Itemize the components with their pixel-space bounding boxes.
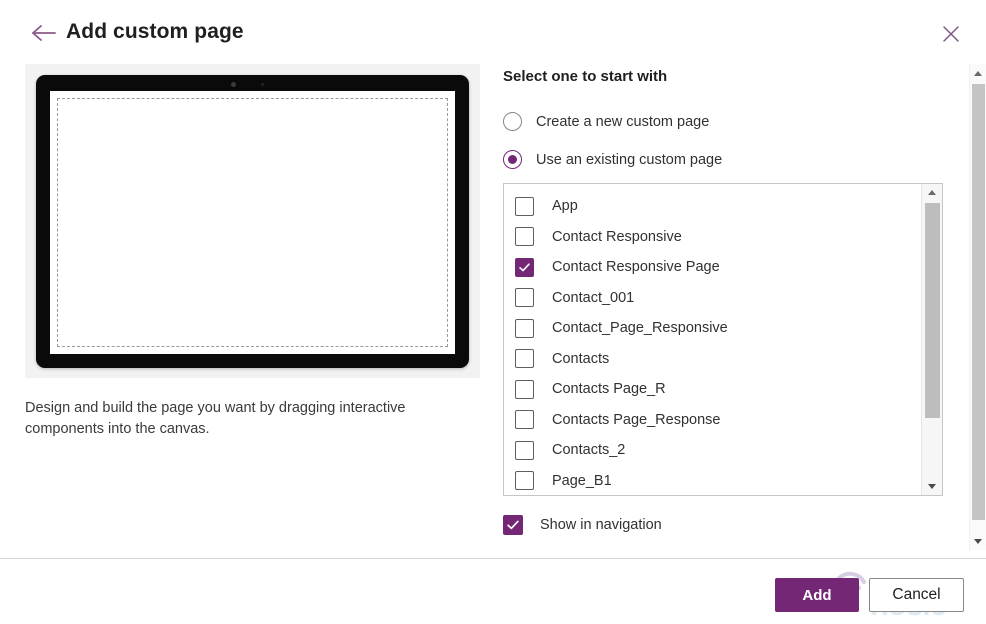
list-item-label: Contact_001 — [552, 290, 634, 306]
list-item[interactable]: Contact Responsive — [504, 222, 922, 253]
options-panel: Select one to start with Create a new cu… — [503, 64, 943, 550]
scroll-up-arrow-icon[interactable] — [970, 64, 986, 82]
list-item[interactable]: Contact Responsive Page — [504, 252, 922, 283]
checkmark-icon — [506, 518, 520, 532]
device-screen — [50, 91, 455, 354]
back-arrow-glyph — [30, 22, 58, 44]
list-item-label: Contact_Page_Responsive — [552, 320, 728, 336]
panel-scrollbar-thumb[interactable] — [972, 84, 985, 520]
triangle-up-glyph — [928, 190, 936, 195]
show-in-navigation-label: Show in navigation — [540, 517, 662, 533]
checkbox[interactable] — [515, 227, 534, 246]
dialog-header: Add custom page — [0, 0, 986, 62]
list-item[interactable]: Contact_Page_Responsive — [504, 313, 922, 344]
checkbox[interactable] — [515, 441, 534, 460]
radio-use-existing-custom-page[interactable]: Use an existing custom page — [503, 150, 722, 169]
list-item-label: Contact Responsive — [552, 229, 682, 245]
list-item[interactable]: Contacts_2 — [504, 435, 922, 466]
checkmark-icon — [518, 261, 531, 274]
scroll-down-arrow-icon[interactable] — [970, 532, 986, 550]
device-canvas-outline — [57, 98, 448, 347]
radio-label: Use an existing custom page — [536, 152, 722, 168]
show-in-navigation-row[interactable]: Show in navigation — [503, 515, 662, 535]
checkbox[interactable] — [515, 380, 534, 399]
checkbox[interactable] — [515, 471, 534, 490]
options-heading: Select one to start with — [503, 68, 667, 85]
preview-description: Design and build the page you want by dr… — [25, 398, 455, 440]
triangle-down-glyph — [974, 539, 982, 544]
list-item[interactable]: App — [504, 191, 922, 222]
back-arrow-icon[interactable] — [30, 22, 58, 44]
checkbox[interactable] — [515, 197, 534, 216]
list-item-label: Contact Responsive Page — [552, 259, 720, 275]
list-item-label: App — [552, 198, 578, 214]
add-button[interactable]: Add — [775, 578, 859, 612]
custom-page-listbox: App Contact Responsive Contact Responsiv… — [503, 183, 943, 496]
cancel-button[interactable]: Cancel — [869, 578, 964, 612]
panel-scrollbar[interactable] — [969, 64, 986, 550]
list-item-label: Contacts — [552, 351, 609, 367]
scroll-up-arrow-icon[interactable] — [922, 184, 942, 201]
checkbox[interactable] — [515, 288, 534, 307]
radio-dot-icon — [508, 155, 517, 164]
dialog-footer: Add Cancel — [0, 559, 986, 624]
page-title: Add custom page — [66, 20, 244, 44]
camera-dot-icon — [231, 82, 236, 87]
checkbox[interactable] — [515, 349, 534, 368]
close-glyph — [942, 25, 960, 43]
radio-indicator — [503, 150, 522, 169]
triangle-down-glyph — [928, 484, 936, 489]
list-item[interactable]: Contacts — [504, 344, 922, 375]
list-item[interactable]: Contacts Page_Response — [504, 405, 922, 436]
list-item[interactable]: Contacts Page_R — [504, 374, 922, 405]
tablet-device-illustration — [36, 75, 469, 368]
custom-page-list: App Contact Responsive Contact Responsiv… — [504, 184, 922, 495]
triangle-up-glyph — [974, 71, 982, 76]
close-icon[interactable] — [934, 18, 968, 50]
preview-panel — [25, 64, 480, 378]
list-scrollbar-thumb[interactable] — [925, 203, 940, 418]
list-scrollbar[interactable] — [921, 184, 942, 495]
list-item[interactable]: Page_B1 — [504, 466, 922, 497]
radio-label: Create a new custom page — [536, 114, 709, 130]
checkbox[interactable] — [515, 258, 534, 277]
list-item-label: Contacts Page_Response — [552, 412, 720, 428]
checkbox[interactable] — [503, 515, 523, 535]
list-item-label: Contacts_2 — [552, 442, 625, 458]
scroll-down-arrow-icon[interactable] — [922, 478, 942, 495]
radio-indicator — [503, 112, 522, 131]
checkbox[interactable] — [515, 410, 534, 429]
sensor-dot-icon — [261, 83, 264, 86]
list-item-label: Contacts Page_R — [552, 381, 666, 397]
list-item-label: Page_B1 — [552, 473, 612, 489]
radio-create-new-custom-page[interactable]: Create a new custom page — [503, 112, 709, 131]
checkbox[interactable] — [515, 319, 534, 338]
list-item[interactable]: Contact_001 — [504, 283, 922, 314]
